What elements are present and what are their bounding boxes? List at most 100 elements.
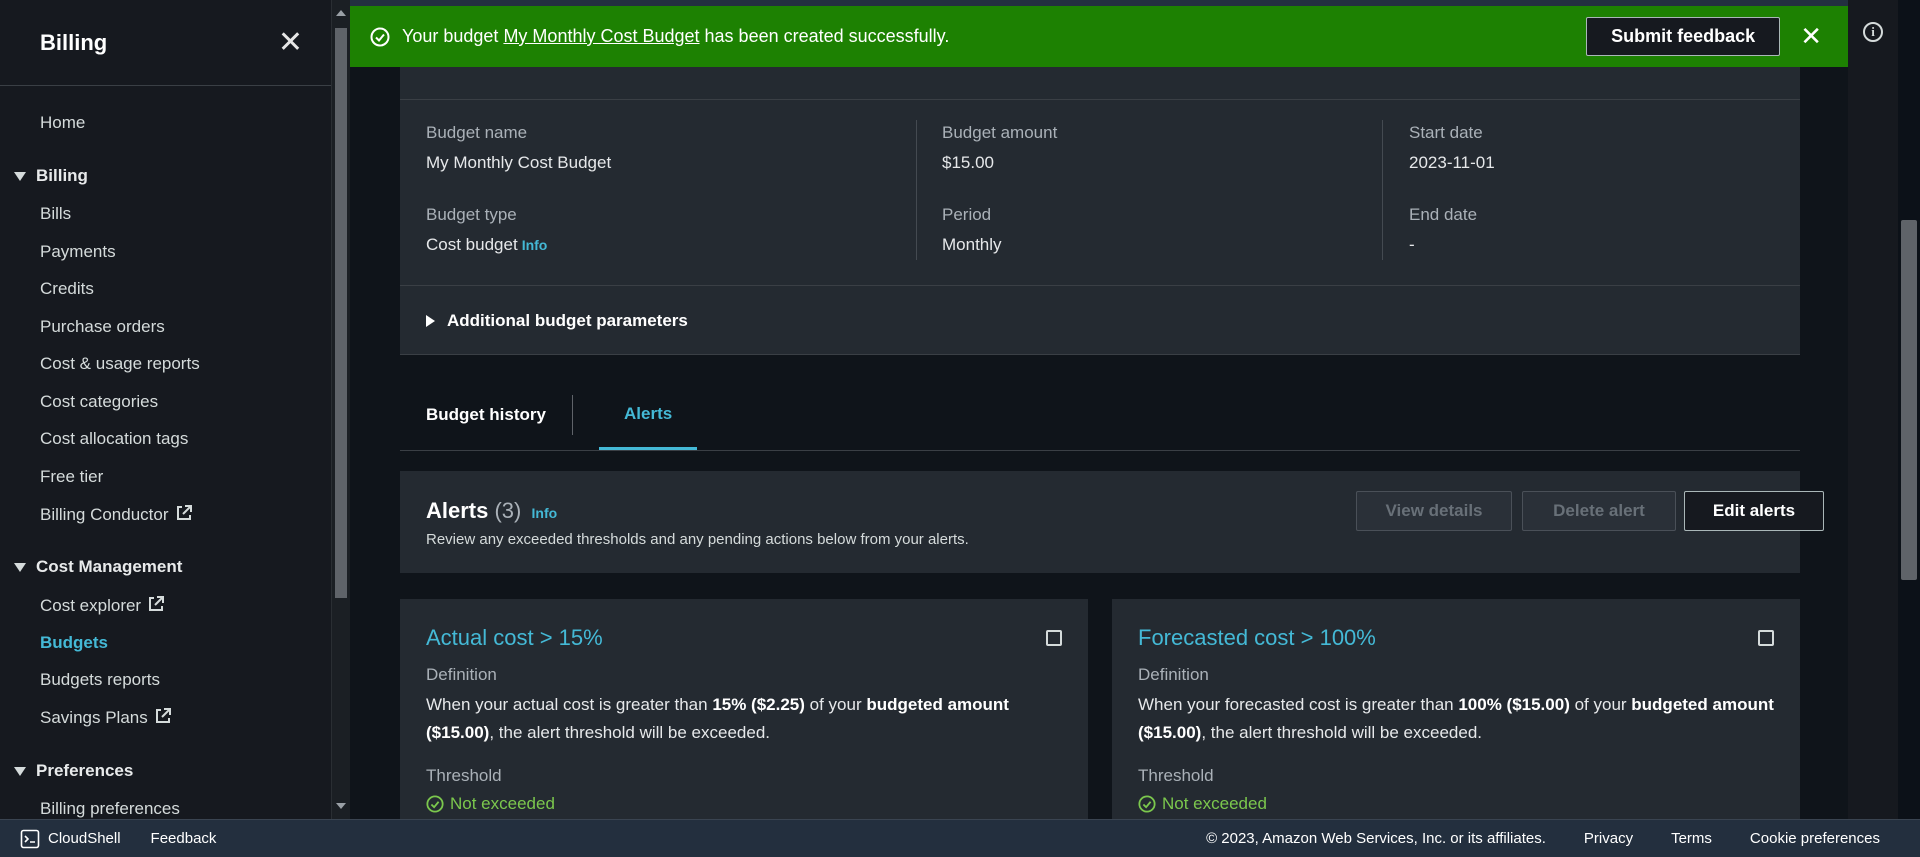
view-details-button[interactable]: View details — [1356, 491, 1512, 531]
sidebar-item-cost-allocation-tags[interactable]: Cost allocation tags — [40, 429, 188, 449]
caret-right-icon — [426, 314, 435, 327]
start-date-label: Start date — [1409, 123, 1483, 142]
threshold-label: Threshold — [1138, 766, 1214, 785]
sidebar-section-label: Preferences — [36, 761, 134, 780]
def-part: , the alert threshold will be exceeded. — [1201, 723, 1482, 742]
sidebar-item-cost-usage-reports[interactable]: Cost & usage reports — [40, 354, 200, 374]
sidebar-item-payments[interactable]: Payments — [40, 242, 116, 262]
sidebar-item-cost-categories[interactable]: Cost categories — [40, 392, 158, 412]
sidebar-section-billing[interactable]: Billing — [14, 166, 88, 186]
def-part: , the alert threshold will be exceeded. — [489, 723, 770, 742]
alert-checkbox[interactable] — [1758, 630, 1774, 646]
info-panel-icon[interactable]: i — [1863, 22, 1883, 42]
main-content: Your budget My Monthly Cost Budget has b… — [350, 0, 1848, 819]
threshold-status-text: Not exceeded — [450, 794, 555, 813]
def-part: of your — [1569, 695, 1632, 714]
close-icon[interactable]: ✕ — [278, 27, 303, 58]
sidebar-item-billing-conductor[interactable]: Billing Conductor — [40, 504, 193, 525]
definition-text: When your forecasted cost is greater tha… — [1138, 691, 1778, 747]
tab-alerts[interactable]: Alerts — [599, 380, 698, 450]
edit-alerts-button[interactable]: Edit alerts — [1684, 491, 1824, 531]
caret-down-icon — [14, 766, 26, 776]
sidebar-section-cost-management[interactable]: Cost Management — [14, 557, 182, 577]
definition-text: When your actual cost is greater than 15… — [426, 691, 1066, 747]
sidebar-title: Billing — [40, 29, 108, 55]
threshold-status: Not exceeded — [1138, 794, 1267, 814]
sidebar-item-purchase-orders[interactable]: Purchase orders — [40, 317, 165, 337]
sidebar-item-label: Savings Plans — [40, 708, 148, 727]
sidebar-item-home[interactable]: Home — [40, 113, 85, 133]
alerts-title-text: Alerts — [426, 498, 489, 523]
cookie-preferences-link[interactable]: Cookie preferences — [1750, 830, 1880, 847]
divider — [916, 120, 917, 260]
start-date: Start date 2023-11-01 — [1409, 123, 1495, 173]
def-part: When your forecasted cost is greater tha… — [1138, 695, 1459, 714]
divider — [1382, 120, 1383, 260]
main-scrollbar[interactable] — [1898, 0, 1920, 819]
feedback-link[interactable]: Feedback — [151, 830, 217, 847]
end-date-value: - — [1409, 235, 1415, 254]
budget-amount-value: $15.00 — [942, 153, 994, 172]
scrollbar-thumb[interactable] — [335, 28, 347, 598]
submit-feedback-button[interactable]: Submit feedback — [1586, 17, 1781, 56]
footer-right: © 2023, Amazon Web Services, Inc. or its… — [1206, 830, 1920, 847]
sidebar-item-label: Cost explorer — [40, 596, 142, 615]
info-link[interactable]: Info — [522, 237, 548, 253]
budget-amount-label: Budget amount — [942, 123, 1058, 142]
close-icon[interactable]: ✕ — [1800, 21, 1822, 52]
sidebar-item-credits[interactable]: Credits — [40, 279, 94, 299]
scroll-up-icon[interactable] — [336, 10, 346, 16]
budget-name: Budget name My Monthly Cost Budget — [426, 123, 611, 173]
cloudshell-icon — [20, 829, 40, 848]
sidebar-section-preferences[interactable]: Preferences — [14, 761, 133, 781]
budget-type-label: Budget type — [426, 205, 517, 224]
alert-checkbox[interactable] — [1046, 630, 1062, 646]
threshold-label: Threshold — [426, 766, 502, 785]
alerts-description: Review any exceeded thresholds and any p… — [426, 531, 969, 548]
external-link-icon — [149, 596, 165, 611]
check-circle-icon — [1138, 795, 1156, 813]
threshold-status: Not exceeded — [426, 794, 555, 814]
sidebar-section-label: Cost Management — [36, 557, 183, 576]
cloudshell-button[interactable]: CloudShell — [20, 829, 121, 849]
terms-link[interactable]: Terms — [1671, 830, 1712, 847]
flash-prefix: Your budget — [402, 26, 504, 46]
sidebar-header: Billing ✕ — [0, 0, 331, 86]
alerts-header: Alerts (3) Info Review any exceeded thre… — [400, 471, 1824, 573]
tab-bar: Budget history Alerts — [400, 380, 1800, 451]
budget-name-label: Budget name — [426, 123, 528, 142]
scrollbar-thumb[interactable] — [1901, 220, 1917, 580]
scroll-down-icon[interactable] — [336, 803, 346, 809]
budget-link[interactable]: My Monthly Cost Budget — [503, 26, 699, 46]
end-date: End date - — [1409, 205, 1477, 255]
def-part: When your actual cost is greater than — [426, 695, 713, 714]
sidebar-item-bills[interactable]: Bills — [40, 204, 71, 224]
cloudshell-label: CloudShell — [48, 830, 121, 847]
sidebar-item-billing-preferences[interactable]: Billing preferences — [40, 799, 180, 819]
additional-budget-parameters-toggle[interactable]: Additional budget parameters — [400, 285, 1800, 355]
sidebar-item-cost-explorer[interactable]: Cost explorer — [40, 595, 165, 616]
copyright: © 2023, Amazon Web Services, Inc. or its… — [1206, 830, 1546, 847]
budget-type-value: Cost budget — [426, 235, 518, 254]
threshold-status-text: Not exceeded — [1162, 794, 1267, 813]
tab-divider — [572, 395, 573, 435]
console-footer: CloudShell Feedback © 2023, Amazon Web S… — [0, 819, 1920, 857]
sidebar-item-budgets-reports[interactable]: Budgets reports — [40, 670, 160, 690]
caret-down-icon — [14, 171, 26, 181]
info-link[interactable]: Info — [532, 505, 558, 521]
alert-card-title[interactable]: Forecasted cost > 100% — [1138, 625, 1376, 651]
sidebar-item-savings-plans[interactable]: Savings Plans — [40, 707, 172, 728]
privacy-link[interactable]: Privacy — [1584, 830, 1633, 847]
budget-details-panel: Budget name My Monthly Cost Budget Budge… — [400, 67, 1800, 355]
sidebar-scrollbar[interactable] — [332, 0, 350, 819]
delete-alert-button[interactable]: Delete alert — [1522, 491, 1676, 531]
tab-budget-history[interactable]: Budget history — [426, 380, 546, 450]
def-threshold: 15% ($2.25) — [712, 695, 805, 714]
caret-down-icon — [14, 562, 26, 572]
sidebar-item-budgets[interactable]: Budgets — [40, 633, 108, 653]
alert-card-title[interactable]: Actual cost > 15% — [426, 625, 603, 651]
def-part: of your — [804, 695, 867, 714]
period: Period Monthly — [942, 205, 1002, 255]
sidebar-item-free-tier[interactable]: Free tier — [40, 467, 103, 487]
budget-amount: Budget amount $15.00 — [942, 123, 1057, 173]
